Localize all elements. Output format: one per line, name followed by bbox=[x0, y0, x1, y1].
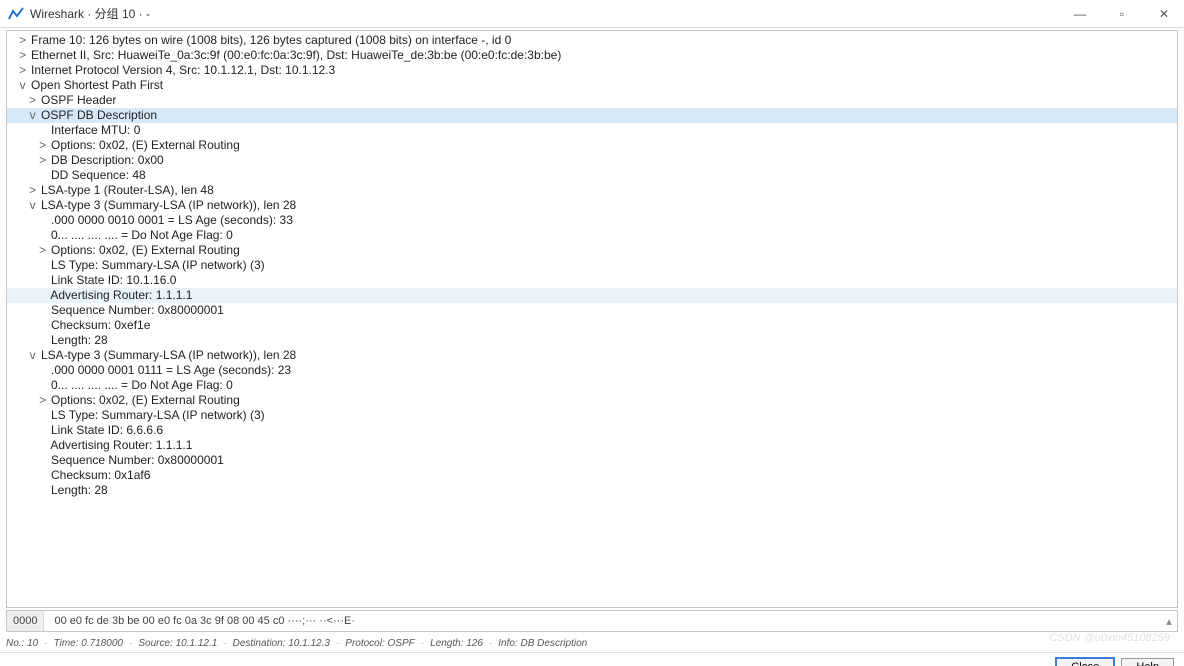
tree-row[interactable]: .000 0000 0001 0111 = LS Age (seconds): … bbox=[7, 363, 1177, 378]
tree-row[interactable]: > Frame 10: 126 bytes on wire (1008 bits… bbox=[7, 33, 1177, 48]
titlebar: Wireshark · 分组 10 · - — ▫ ✕ bbox=[0, 0, 1184, 28]
tree-row[interactable]: Link State ID: 10.1.16.0 bbox=[7, 273, 1177, 288]
expand-icon[interactable]: > bbox=[18, 33, 28, 48]
expand-icon[interactable]: > bbox=[18, 48, 28, 63]
expand-icon[interactable]: v bbox=[28, 198, 38, 213]
expand-icon[interactable] bbox=[38, 453, 48, 468]
status-time: Time: 0.718000 bbox=[54, 638, 123, 649]
help-button[interactable]: Help bbox=[1121, 658, 1174, 666]
expand-icon[interactable]: > bbox=[38, 138, 48, 153]
window-title: Wireshark · 分组 10 · - bbox=[30, 5, 1068, 22]
tree-row[interactable]: Length: 28 bbox=[7, 483, 1177, 498]
tree-row[interactable]: Checksum: 0x1af6 bbox=[7, 468, 1177, 483]
packet-details-tree[interactable]: > Frame 10: 126 bytes on wire (1008 bits… bbox=[6, 30, 1178, 608]
status-info: Info: DB Description bbox=[498, 638, 587, 649]
expand-icon[interactable]: > bbox=[38, 243, 48, 258]
tree-row[interactable]: 0... .... .... .... = Do Not Age Flag: 0 bbox=[7, 228, 1177, 243]
tree-row[interactable]: > OSPF Header bbox=[7, 93, 1177, 108]
status-source: Source: 10.1.12.1 bbox=[138, 638, 217, 649]
expand-icon[interactable] bbox=[38, 318, 48, 333]
expand-icon[interactable]: > bbox=[38, 153, 48, 168]
tree-row[interactable]: LS Type: Summary-LSA (IP network) (3) bbox=[7, 408, 1177, 423]
expand-icon[interactable]: > bbox=[28, 183, 38, 198]
tree-row[interactable]: Interface MTU: 0 bbox=[7, 123, 1177, 138]
tree-row[interactable]: .000 0000 0010 0001 = LS Age (seconds): … bbox=[7, 213, 1177, 228]
expand-icon[interactable] bbox=[38, 483, 48, 498]
minimize-button[interactable]: — bbox=[1068, 7, 1092, 21]
expand-icon[interactable] bbox=[38, 213, 48, 228]
tree-row[interactable]: v Open Shortest Path First bbox=[7, 78, 1177, 93]
expand-icon[interactable] bbox=[38, 303, 48, 318]
tree-row[interactable]: v OSPF DB Description bbox=[7, 108, 1177, 123]
expand-icon[interactable]: > bbox=[28, 93, 38, 108]
status-no: No.: 10 bbox=[6, 638, 38, 649]
expand-icon[interactable] bbox=[38, 423, 48, 438]
hex-view[interactable]: 0000 00 e0 fc de 3b be 00 e0 fc 0a 3c 9f… bbox=[6, 610, 1178, 632]
tree-row[interactable]: Advertising Router: 1.1.1.1 bbox=[7, 438, 1177, 453]
tree-row[interactable]: Advertising Router: 1.1.1.1 bbox=[7, 288, 1177, 303]
expand-icon[interactable]: v bbox=[28, 348, 38, 363]
expand-icon[interactable] bbox=[38, 408, 48, 423]
expand-icon[interactable] bbox=[38, 378, 48, 393]
tree-row[interactable]: DD Sequence: 48 bbox=[7, 168, 1177, 183]
expand-icon[interactable] bbox=[38, 288, 48, 303]
expand-icon[interactable]: > bbox=[38, 393, 48, 408]
expand-icon[interactable] bbox=[38, 228, 48, 243]
hex-offset: 0000 bbox=[7, 611, 44, 631]
tree-row[interactable]: Length: 28 bbox=[7, 333, 1177, 348]
expand-icon[interactable] bbox=[38, 123, 48, 138]
window-controls: — ▫ ✕ bbox=[1068, 7, 1176, 21]
expand-icon[interactable] bbox=[38, 273, 48, 288]
tree-row[interactable]: > Options: 0x02, (E) External Routing bbox=[7, 243, 1177, 258]
tree-row[interactable]: v LSA-type 3 (Summary-LSA (IP network)),… bbox=[7, 348, 1177, 363]
maximize-button[interactable]: ▫ bbox=[1110, 7, 1134, 21]
status-length: Length: 126 bbox=[430, 638, 483, 649]
tree-row[interactable]: LS Type: Summary-LSA (IP network) (3) bbox=[7, 258, 1177, 273]
expand-icon[interactable] bbox=[38, 333, 48, 348]
status-bar: No.: 10· Time: 0.718000· Source: 10.1.12… bbox=[6, 634, 1178, 652]
close-window-button[interactable]: ✕ bbox=[1152, 7, 1176, 21]
expand-icon[interactable] bbox=[38, 468, 48, 483]
watermark: CSDN @u0xin45108259 bbox=[1049, 632, 1170, 644]
wireshark-icon bbox=[8, 6, 24, 22]
expand-icon[interactable]: v bbox=[28, 108, 38, 123]
tree-row[interactable]: > Ethernet II, Src: HuaweiTe_0a:3c:9f (0… bbox=[7, 48, 1177, 63]
expand-icon[interactable] bbox=[38, 363, 48, 378]
tree-row[interactable]: Link State ID: 6.6.6.6 bbox=[7, 423, 1177, 438]
tree-row[interactable]: Sequence Number: 0x80000001 bbox=[7, 453, 1177, 468]
expand-icon[interactable] bbox=[38, 168, 48, 183]
tree-row[interactable]: > Internet Protocol Version 4, Src: 10.1… bbox=[7, 63, 1177, 78]
status-protocol: Protocol: OSPF bbox=[345, 638, 414, 649]
tree-row[interactable]: > DB Description: 0x00 bbox=[7, 153, 1177, 168]
tree-row[interactable]: > Options: 0x02, (E) External Routing bbox=[7, 393, 1177, 408]
scroll-up-icon[interactable]: ▴ bbox=[1161, 615, 1177, 628]
tree-row[interactable]: > Options: 0x02, (E) External Routing bbox=[7, 138, 1177, 153]
dialog-footer: Close Help bbox=[0, 652, 1184, 666]
tree-row[interactable]: v LSA-type 3 (Summary-LSA (IP network)),… bbox=[7, 198, 1177, 213]
tree-row[interactable]: 0... .... .... .... = Do Not Age Flag: 0 bbox=[7, 378, 1177, 393]
status-destination: Destination: 10.1.12.3 bbox=[233, 638, 330, 649]
hex-bytes: 00 e0 fc de 3b be 00 e0 fc 0a 3c 9f 08 0… bbox=[44, 615, 1161, 627]
tree-row[interactable]: Sequence Number: 0x80000001 bbox=[7, 303, 1177, 318]
expand-icon[interactable] bbox=[38, 258, 48, 273]
close-button[interactable]: Close bbox=[1055, 657, 1115, 666]
expand-icon[interactable] bbox=[38, 438, 48, 453]
tree-row[interactable]: > LSA-type 1 (Router-LSA), len 48 bbox=[7, 183, 1177, 198]
tree-row[interactable]: Checksum: 0xef1e bbox=[7, 318, 1177, 333]
expand-icon[interactable]: v bbox=[18, 78, 28, 93]
expand-icon[interactable]: > bbox=[18, 63, 28, 78]
